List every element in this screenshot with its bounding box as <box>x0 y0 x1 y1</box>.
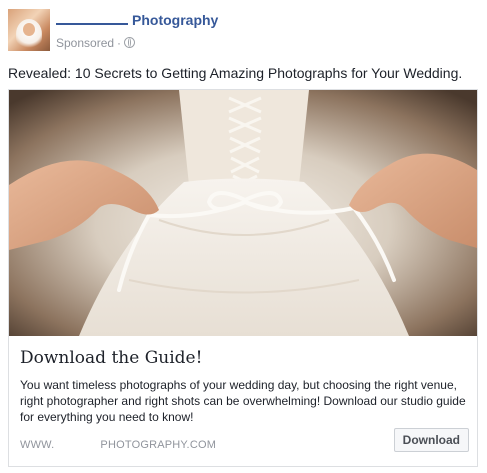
avatar-face <box>23 23 35 36</box>
photo-illustration <box>9 90 477 336</box>
domain-prefix: WWW. <box>20 439 55 451</box>
page-name-text: Photography <box>132 12 219 28</box>
link-attachment[interactable]: Download the Guide! You want timeless ph… <box>8 89 478 467</box>
post-meta: Sponsored · <box>56 36 136 50</box>
meta-separator: · <box>117 36 122 50</box>
attachment-cta: Download the Guide! You want timeless ph… <box>9 336 477 466</box>
sponsored-post: Photography Sponsored · Revealed: 10 Secr… <box>0 0 487 473</box>
redacted-name-blank <box>56 22 128 25</box>
attachment-description: You want timeless photographs of your we… <box>20 378 466 424</box>
sponsored-label[interactable]: Sponsored <box>56 36 114 50</box>
page-avatar[interactable] <box>8 9 50 51</box>
attachment-headline[interactable]: Download the Guide! <box>20 348 202 368</box>
domain-suffix: PHOTOGRAPHY.COM <box>100 439 217 451</box>
post-header: Photography Sponsored · <box>8 9 479 55</box>
globe-icon[interactable] <box>124 37 136 48</box>
page-name-link[interactable]: Photography <box>56 12 218 28</box>
wedding-dress-photo[interactable] <box>9 90 477 336</box>
attachment-domain: WWW. PHOTOGRAPHY.COM <box>20 439 216 451</box>
post-text: Revealed: 10 Secrets to Getting Amazing … <box>8 65 463 81</box>
download-button[interactable]: Download <box>393 428 469 452</box>
